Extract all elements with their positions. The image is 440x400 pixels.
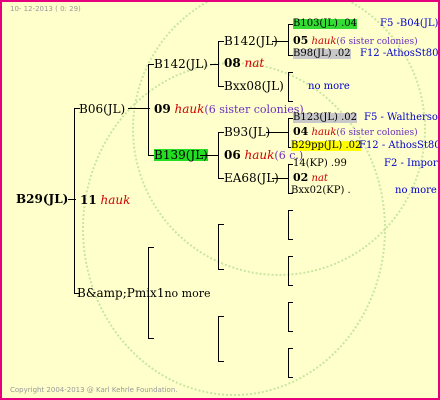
- connector: [148, 247, 154, 248]
- year: 06: [224, 148, 241, 162]
- gen4b-mother: B93(JL): [224, 125, 271, 139]
- connector: [218, 361, 224, 362]
- gen5-row-3-right: F12 -AthosSt80R: [360, 48, 440, 59]
- gen3-year-breeder: 09 hauk(6 sister colonies): [154, 103, 304, 115]
- connector: [272, 41, 288, 42]
- connector: [288, 210, 293, 211]
- breeder: hauk: [174, 102, 205, 116]
- connector: [218, 269, 224, 270]
- gen4b-father: EA68(JL): [224, 171, 279, 185]
- colony-note: (6 sister colonies): [336, 37, 418, 47]
- colony-note: (6 sister colonies): [336, 128, 418, 138]
- connector: [288, 348, 293, 349]
- connector: [210, 64, 218, 65]
- father-label: B&amp;Pmix1: [77, 286, 165, 300]
- mother-name: B06(JL): [79, 102, 126, 116]
- gen5-row-8-name: 14(KP) .99: [293, 158, 347, 169]
- connector: [200, 155, 218, 156]
- connector: [288, 164, 289, 194]
- connector: [288, 72, 293, 73]
- connector: [288, 348, 289, 378]
- pedigree-frame: 10- 12-2013 ( 0: 29) B29(JL) 11 hauk B06…: [0, 0, 440, 400]
- year: 02: [293, 171, 309, 184]
- connector: [218, 316, 224, 317]
- breeder: hauk: [244, 148, 275, 162]
- gen4a-father: Bxx08(JL): [224, 79, 284, 93]
- father-name: B&amp;Pmix1no more: [77, 287, 210, 299]
- connector: [272, 178, 288, 179]
- connector: [148, 247, 149, 339]
- connector: [288, 331, 293, 332]
- gen5-row-6: 04 hauk(6 sister colonies): [293, 126, 418, 138]
- breeder: hauk: [311, 36, 337, 47]
- connector: [266, 132, 288, 133]
- breeder: hauk: [100, 193, 131, 207]
- year: 05: [293, 34, 309, 47]
- breeder: nat: [311, 173, 328, 184]
- connector: [148, 64, 149, 156]
- gen5-row-1-name: B103(JL) .04: [293, 18, 357, 29]
- connector: [218, 316, 219, 362]
- year: 09: [154, 102, 171, 116]
- gen5-row-7-right: F12 - AthosSt80R: [359, 140, 440, 151]
- gen5-row-7-name: B29pp(JL) .02: [291, 140, 362, 151]
- year: 11: [80, 193, 97, 207]
- breeder: nat: [244, 56, 265, 70]
- connector: [288, 210, 289, 240]
- colony-note: (6 sister colonies): [204, 103, 304, 116]
- connector: [218, 132, 219, 179]
- gen5-row-2: 05 hauk(6 sister colonies): [293, 35, 418, 47]
- gen3-mother: B142(JL): [154, 57, 208, 71]
- connector: [74, 108, 75, 294]
- connector: [288, 101, 293, 102]
- year: 08: [224, 56, 241, 70]
- connector: [288, 256, 293, 257]
- timestamp: 10- 12-2013 ( 0: 29): [10, 5, 81, 13]
- copyright: Copyright 2004-2013 @ Karl Kehrle Founda…: [10, 386, 178, 394]
- gen4a-mother: B142(JL): [224, 34, 278, 48]
- connector: [288, 118, 289, 148]
- queen-name: B29(JL): [16, 192, 69, 206]
- connector: [288, 72, 289, 102]
- gen5-row-1-right: F5 -B04(JL): [380, 18, 439, 29]
- gen2-year-breeder: 11 hauk: [80, 194, 130, 206]
- connector: [288, 302, 289, 332]
- connector: [218, 224, 219, 270]
- connector: [288, 256, 289, 286]
- gen5-row-5-right: F5 - Waltherson: [364, 112, 440, 123]
- connector: [288, 302, 293, 303]
- gen5-row-8-right: F2 - Import: [384, 158, 440, 169]
- connector: [218, 224, 224, 225]
- breeder: hauk: [311, 127, 337, 138]
- connector: [148, 338, 154, 339]
- gen4a-year-breeder: 08 nat: [224, 57, 264, 69]
- gen5-row-10-right: no more: [395, 185, 437, 196]
- gen5-row-9: 02 nat: [293, 172, 328, 184]
- gen5-row-10-name: Bxx02(KP) .: [291, 185, 351, 196]
- connector: [288, 24, 289, 56]
- father-note: no more: [164, 287, 211, 300]
- connector: [218, 41, 219, 87]
- connector: [288, 239, 293, 240]
- connector: [288, 285, 293, 286]
- gen5-row-4-note: no more: [308, 81, 350, 92]
- connector: [288, 377, 293, 378]
- gen5-row-5-name: B123(JL) .02: [293, 112, 357, 123]
- gen5-row-3-name: B98(JL) .02: [293, 48, 351, 59]
- year: 04: [293, 125, 309, 138]
- connector: [128, 108, 150, 109]
